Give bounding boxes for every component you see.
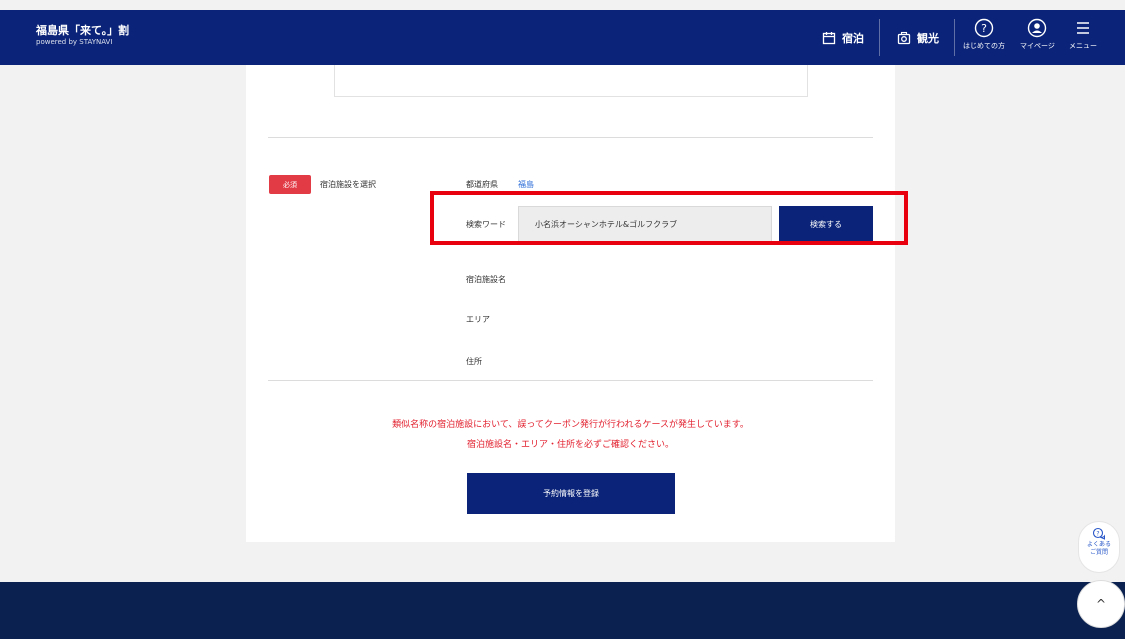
site-header: 福島県「来て。」割 powered by STAYNAVI 宿泊 観光 ? はじ… <box>0 10 1125 65</box>
address-label: 住所 <box>466 357 482 366</box>
user-icon <box>1028 18 1047 38</box>
nav-first-time-label: はじめての方 <box>963 42 1005 50</box>
hamburger-menu-icon <box>1077 22 1089 34</box>
divider <box>268 380 873 381</box>
brand-title: 福島県「来て。」割 <box>36 24 130 37</box>
nav-stay[interactable]: 宿泊 <box>822 30 864 46</box>
nav-sightseeing[interactable]: 観光 <box>897 30 939 46</box>
prefecture-value[interactable]: 福島 <box>518 179 534 190</box>
brand-subtitle: powered by STAYNAVI <box>36 38 113 46</box>
divider <box>268 137 873 138</box>
header-divider <box>954 19 955 56</box>
area-label: エリア <box>466 315 490 324</box>
nav-menu[interactable]: メニュー <box>1069 18 1097 51</box>
chevron-up-icon: ^ <box>1095 597 1107 611</box>
register-reservation-button[interactable]: 予約情報を登録 <box>467 473 675 514</box>
faq-button[interactable]: ? よくある ご質問 <box>1078 521 1120 573</box>
nav-mypage[interactable]: マイページ <box>1020 18 1055 51</box>
nav-stay-label: 宿泊 <box>842 32 864 45</box>
select-facility-label: 宿泊施設を選択 <box>320 180 376 189</box>
nav-mypage-label: マイページ <box>1020 42 1055 50</box>
warning-line-2: 宿泊施設名・エリア・住所を必ずご確認ください。 <box>466 440 674 450</box>
scroll-to-top-button[interactable]: ^ <box>1077 580 1125 628</box>
facility-name-label: 宿泊施設名 <box>466 275 506 284</box>
faq-chat-icon: ? <box>1092 527 1105 540</box>
svg-text:?: ? <box>981 22 987 35</box>
calendar-icon <box>822 32 836 45</box>
brand-logo[interactable]: 福島県「来て。」割 powered by STAYNAVI <box>36 24 129 47</box>
faq-label-line-1: よくある <box>1086 541 1111 548</box>
header-divider <box>879 19 880 56</box>
nav-sightseeing-label: 観光 <box>917 32 939 45</box>
highlight-frame <box>430 191 908 245</box>
warning-line-1: 類似名称の宿泊施設において、誤ってクーポン発行が行われるケースが発生しています。 <box>392 420 749 430</box>
site-footer <box>0 582 1125 639</box>
previous-textarea[interactable] <box>334 65 808 97</box>
faq-label-line-2: ご質問 <box>1089 549 1108 556</box>
svg-text:?: ? <box>1096 530 1099 537</box>
help-circle-icon: ? <box>974 18 994 38</box>
required-badge: 必須 <box>269 175 311 194</box>
prefecture-label: 都道府県 <box>466 180 498 189</box>
camera-icon <box>897 31 911 45</box>
nav-first-time[interactable]: ? はじめての方 <box>963 18 1005 51</box>
nav-menu-label: メニュー <box>1069 42 1097 50</box>
